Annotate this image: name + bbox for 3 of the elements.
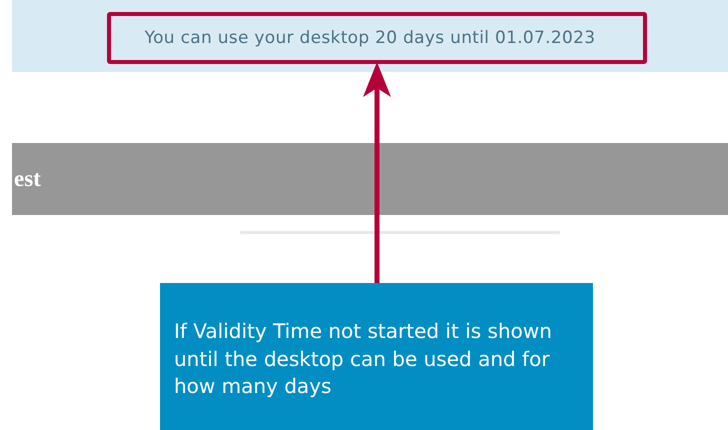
section-title: est xyxy=(14,166,41,192)
callout-text: If Validity Time not started it is shown until the desktop can be used and for how many days xyxy=(174,318,553,400)
notice-text: You can use your desktop 20 days until 01.07.2023 xyxy=(144,27,596,48)
